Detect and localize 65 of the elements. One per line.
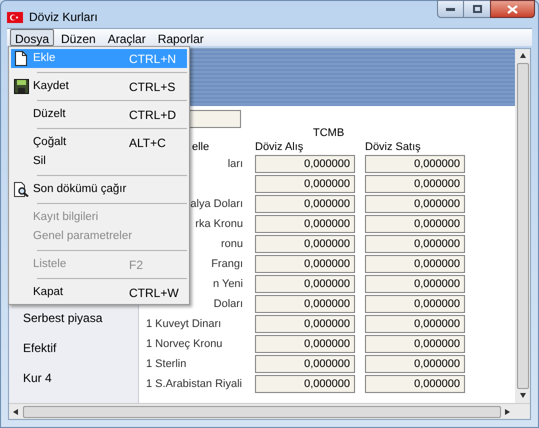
horizontal-scrollbar[interactable] xyxy=(9,403,530,419)
close-icon xyxy=(507,4,518,14)
flag-icon xyxy=(7,12,23,22)
menu-bar-item[interactable]: Dosya xyxy=(10,29,54,46)
menu-bar-item[interactable]: Düzen xyxy=(56,29,101,46)
scroll-arrow-icon[interactable] xyxy=(518,52,526,60)
window-title: Döviz Kurları xyxy=(29,9,98,26)
document-icon xyxy=(15,51,27,66)
vertical-scrollbar[interactable] xyxy=(515,49,530,403)
column-header: Döviz Satış xyxy=(365,140,421,155)
currency-label: 1 Kuveyt Dinarı xyxy=(146,316,222,332)
source-label: Kur 4 xyxy=(23,370,53,384)
menu-bar-item[interactable]: Araçlar xyxy=(102,29,151,46)
sell-rate-field[interactable]: 0,000000 xyxy=(365,355,465,373)
menu-bar-item[interactable]: Raporlar xyxy=(152,29,209,46)
sell-rate-field[interactable]: 0,000000 xyxy=(365,255,465,273)
buy-rate-field[interactable]: 0,000000 xyxy=(255,195,355,213)
source-label: Efektif xyxy=(23,340,58,354)
buy-rate-field[interactable]: 0,000000 xyxy=(255,335,355,353)
column-header: Döviz Alış xyxy=(255,140,304,155)
sell-rate-field[interactable]: 0,000000 xyxy=(365,155,465,173)
buy-rate-field[interactable]: 0,000000 xyxy=(255,175,355,193)
currency-label: 1 Norveç Kronu xyxy=(146,336,222,352)
currency-label: Doları xyxy=(214,296,243,312)
currency-label: n Yeni xyxy=(213,276,243,292)
currency-label: 1 Sterlin xyxy=(146,356,186,372)
document-magnifier-icon xyxy=(14,182,28,197)
sell-rate-field[interactable]: 0,000000 xyxy=(365,195,465,213)
currency-label: ları xyxy=(228,156,243,172)
sell-rate-field[interactable]: 0,000000 xyxy=(365,375,465,393)
scroll-arrow-icon[interactable] xyxy=(12,408,20,416)
menu-item[interactable]: Sil xyxy=(11,152,187,171)
menu-item[interactable]: Son dökümü çağır xyxy=(11,180,187,199)
code-field[interactable] xyxy=(189,110,241,128)
maximize-button[interactable] xyxy=(464,0,490,18)
currency-label: rka Kronu xyxy=(195,216,243,232)
sell-rate-field[interactable]: 0,000000 xyxy=(365,215,465,233)
buy-rate-field[interactable]: 0,000000 xyxy=(255,155,355,173)
currency-label: 1 S.Arabistan Riyali xyxy=(146,376,242,392)
buy-rate-field[interactable]: 0,000000 xyxy=(255,315,355,333)
sell-rate-field[interactable]: 0,000000 xyxy=(365,335,465,353)
sell-rate-field[interactable]: 0,000000 xyxy=(365,315,465,333)
buy-rate-field[interactable]: 0,000000 xyxy=(255,235,355,253)
group-title: TCMB xyxy=(313,126,346,139)
buy-rate-field[interactable]: 0,000000 xyxy=(255,355,355,373)
buy-rate-field[interactable]: 0,000000 xyxy=(255,275,355,293)
buy-rate-field[interactable]: 0,000000 xyxy=(255,255,355,273)
sell-rate-field[interactable]: 0,000000 xyxy=(365,175,465,193)
buy-rate-field[interactable]: 0,000000 xyxy=(255,215,355,233)
currency-label: ronu xyxy=(220,236,243,252)
sell-rate-field[interactable]: 0,000000 xyxy=(365,295,465,313)
close-button[interactable] xyxy=(490,0,535,18)
menu-item[interactable]: Kaydet CTRL+S xyxy=(11,77,187,96)
buy-rate-field[interactable]: 0,000000 xyxy=(255,295,355,313)
sell-rate-field[interactable]: 0,000000 xyxy=(365,275,465,293)
minimize-button[interactable] xyxy=(437,0,464,18)
menu-item[interactable]: Kapat CTRL+W xyxy=(11,283,187,302)
menu-item[interactable]: Çoğalt ALT+C xyxy=(11,133,187,152)
menu-item[interactable]: Düzelt CTRL+D xyxy=(11,105,187,124)
column-header: elle xyxy=(192,141,210,153)
source-label: Serbest piyasa xyxy=(23,310,104,324)
currency-label: alya Doları xyxy=(190,196,243,212)
sell-rate-field[interactable]: 0,000000 xyxy=(365,235,465,253)
currency-label: Frangı xyxy=(211,256,243,272)
buy-rate-field[interactable]: 0,000000 xyxy=(255,375,355,393)
